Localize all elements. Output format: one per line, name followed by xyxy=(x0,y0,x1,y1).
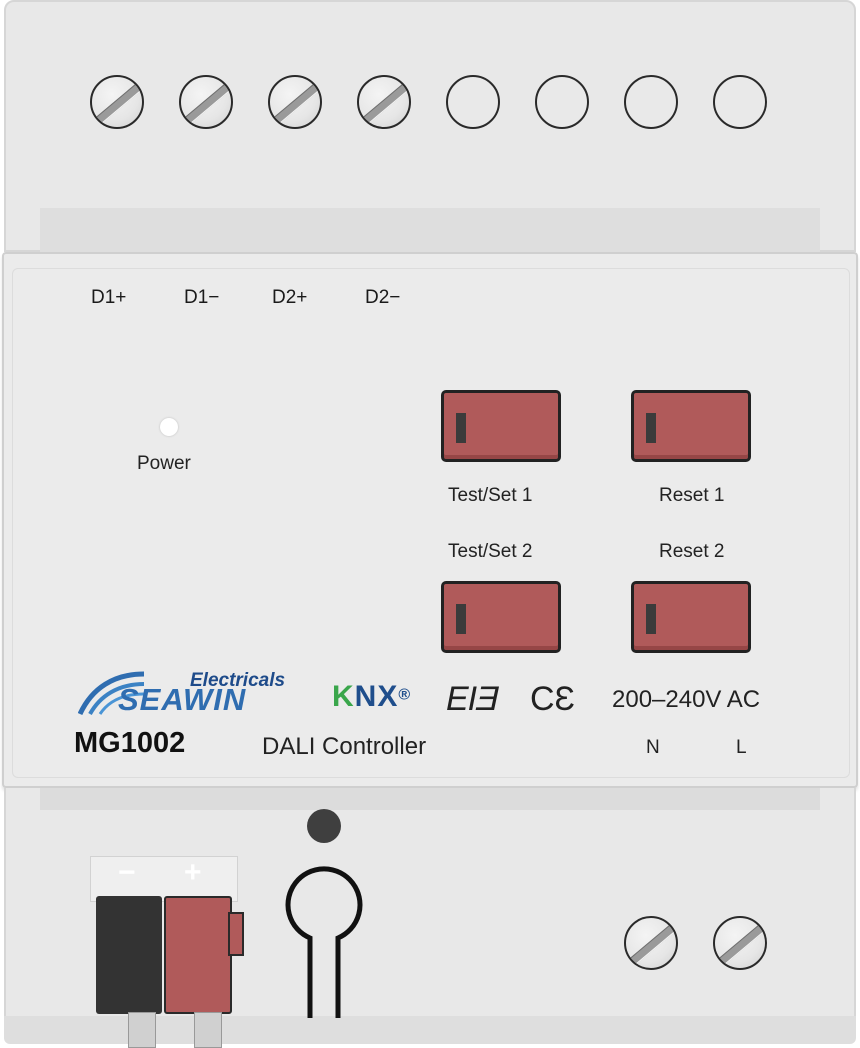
housing-top-recess xyxy=(40,208,820,254)
knx-logo: KNX® xyxy=(332,680,410,714)
screw-terminal-d1-plus[interactable] xyxy=(90,75,144,129)
terminal-label-d2-minus: D2− xyxy=(365,287,401,308)
reset-2-button[interactable] xyxy=(631,581,751,653)
bus-plus-sign: + xyxy=(184,856,202,889)
power-led-indicator xyxy=(160,418,178,436)
knx-registered-mark: ® xyxy=(398,686,411,704)
bus-terminal-clip xyxy=(228,912,244,956)
model-number-label: MG1002 xyxy=(74,727,186,759)
power-label: Power xyxy=(137,453,191,474)
voltage-rating-label: 200–240V AC xyxy=(612,686,761,713)
knx-letter-x: X xyxy=(377,680,399,713)
housing-bottom-recess xyxy=(40,788,820,810)
button-slot-icon xyxy=(456,604,466,634)
eac-mark: EIƎ xyxy=(446,680,499,718)
terminal-label-d2-plus: D2+ xyxy=(272,287,308,308)
screw-terminal-d2-minus[interactable] xyxy=(357,75,411,129)
empty-terminal-hole xyxy=(713,75,767,129)
screw-terminal-d1-minus[interactable] xyxy=(179,75,233,129)
brand-name-label: SEAWIN xyxy=(118,682,247,717)
empty-terminal-hole xyxy=(446,75,500,129)
terminal-label-l: L xyxy=(736,737,747,758)
empty-terminal-hole xyxy=(535,75,589,129)
screw-terminal-d2-plus[interactable] xyxy=(268,75,322,129)
button-slot-icon xyxy=(456,413,466,443)
empty-terminal-hole xyxy=(624,75,678,129)
test-set-1-label: Test/Set 1 xyxy=(448,485,533,506)
test-set-2-button[interactable] xyxy=(441,581,561,653)
bus-minus-sign: − xyxy=(118,856,136,889)
bus-terminal-pin xyxy=(128,1012,156,1048)
button-slot-icon xyxy=(646,413,656,443)
bus-terminal-minus-connector[interactable] xyxy=(96,896,162,1014)
test-set-1-button[interactable] xyxy=(441,390,561,462)
bus-terminal-pin xyxy=(194,1012,222,1048)
screw-terminal-l[interactable] xyxy=(713,916,767,970)
reset-2-label: Reset 2 xyxy=(659,541,725,562)
knx-letter-k: K xyxy=(332,680,355,713)
terminal-label-d1-plus: D1+ xyxy=(91,287,127,308)
reset-1-label: Reset 1 xyxy=(659,485,725,506)
terminal-label-n: N xyxy=(646,737,660,758)
reset-1-button[interactable] xyxy=(631,390,751,462)
programming-button-keyhole-icon[interactable] xyxy=(284,862,364,1022)
terminal-label-d1-minus: D1− xyxy=(184,287,220,308)
product-name-label: DALI Controller xyxy=(262,733,427,760)
screw-terminal-n[interactable] xyxy=(624,916,678,970)
programming-led-icon xyxy=(307,809,341,843)
button-slot-icon xyxy=(646,604,656,634)
test-set-2-label: Test/Set 2 xyxy=(448,541,533,562)
ce-mark: CƐ xyxy=(530,680,576,718)
knx-letter-n: N xyxy=(354,680,378,713)
bus-terminal-plus-connector[interactable] xyxy=(164,896,232,1014)
